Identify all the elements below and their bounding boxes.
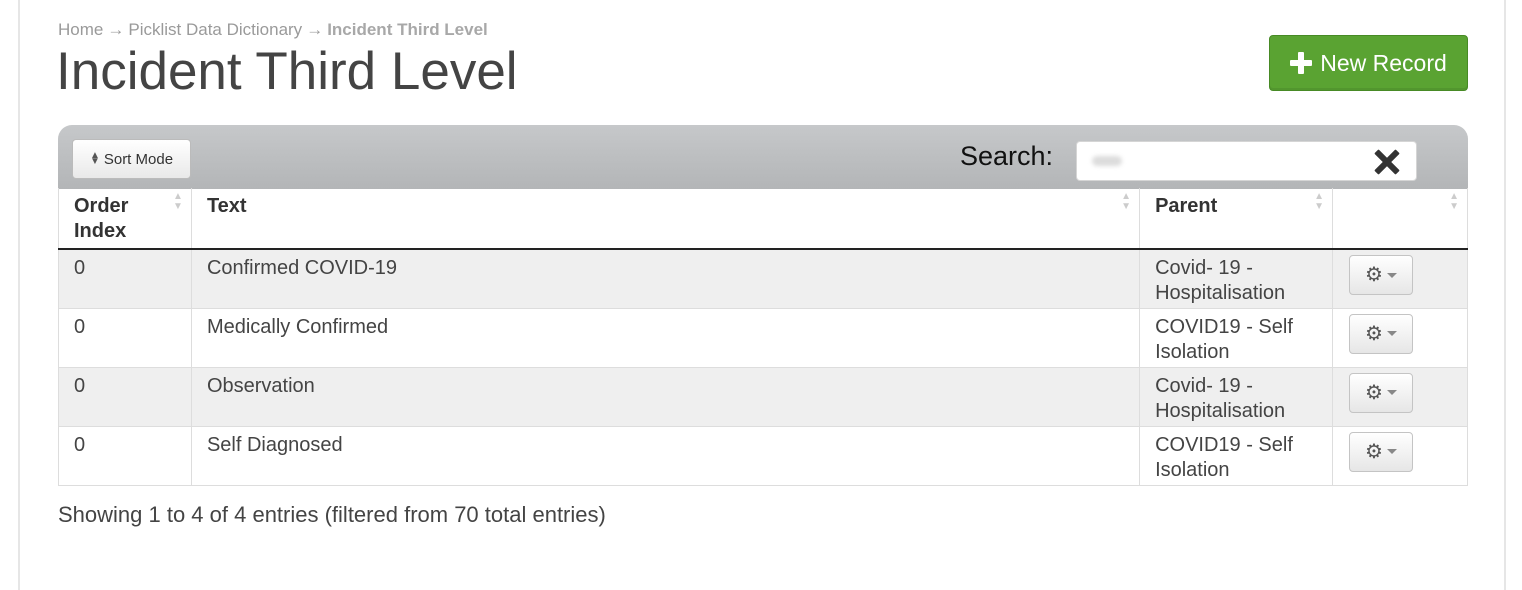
cell-actions: ⚙	[1332, 425, 1468, 486]
row-actions-button[interactable]: ⚙	[1349, 431, 1414, 472]
table-info: Showing 1 to 4 of 4 entries (filtered fr…	[58, 502, 606, 527]
cell-text: Medically Confirmed	[190, 307, 1141, 368]
breadcrumb-parent-link[interactable]: Picklist Data Dictionary	[128, 20, 302, 39]
search-redacted-text	[1092, 156, 1122, 166]
cell-parent: Covid- 19 - Hospitalisation	[1139, 248, 1334, 309]
cell-order-index: 0	[58, 425, 192, 486]
cell-order-index: 0	[58, 248, 192, 309]
data-table: Order Index ▲ ▼ Text ▲ ▼ Parent ▲ ▼ ▲ ▼ 0 Confi…	[58, 188, 1468, 486]
search-label: Search:	[960, 141, 1054, 171]
column-header-order-index[interactable]: Order Index ▲ ▼	[58, 188, 192, 250]
column-header-label: Parent	[1155, 195, 1218, 217]
caret-down-icon	[1386, 390, 1397, 395]
cell-text: Confirmed COVID-19	[190, 248, 1141, 309]
breadcrumb-current: Incident Third Level	[327, 20, 488, 39]
page-title: Incident Third Level	[56, 42, 518, 101]
sort-arrows-icon: ▲ ▼	[1121, 191, 1132, 212]
new-record-button[interactable]: New Record	[1269, 35, 1468, 91]
column-header-text[interactable]: Text ▲ ▼	[190, 188, 1141, 250]
clear-search-icon[interactable]	[1374, 149, 1400, 175]
breadcrumb-separator: →	[107, 20, 125, 39]
cell-order-index: 0	[58, 307, 192, 368]
cell-parent: COVID19 - Self Isolation	[1139, 425, 1334, 486]
gear-icon: ⚙	[1365, 322, 1383, 345]
row-actions-button[interactable]: ⚙	[1349, 255, 1414, 295]
cell-order-index: 0	[58, 366, 192, 427]
sort-mode-button[interactable]: ▲ ▼ Sort Mode	[72, 139, 191, 179]
gear-icon: ⚙	[1365, 381, 1383, 404]
table-row: 0 Observation Covid- 19 - Hospitalisatio…	[58, 366, 1468, 427]
new-record-label: New Record	[1320, 49, 1447, 76]
breadcrumb-home-link[interactable]: Home	[58, 20, 103, 39]
column-header-label: Order Index	[74, 195, 129, 242]
plus-icon	[1290, 52, 1313, 74]
caret-down-icon	[1386, 331, 1397, 336]
table-header-row: Order Index ▲ ▼ Text ▲ ▼ Parent ▲ ▼ ▲ ▼	[58, 188, 1468, 250]
row-actions-button[interactable]: ⚙	[1349, 313, 1414, 354]
sort-arrows-icon: ▲ ▼	[1449, 191, 1459, 212]
caret-down-icon	[1386, 272, 1397, 278]
table-row: 0 Medically Confirmed COVID19 - Self Iso…	[58, 307, 1468, 368]
cell-text: Self Diagnosed	[190, 425, 1141, 486]
search-input[interactable]	[1076, 141, 1417, 181]
table-row: 0 Self Diagnosed COVID19 - Self Isolatio…	[58, 425, 1468, 486]
row-actions-button[interactable]: ⚙	[1349, 372, 1414, 413]
gear-icon: ⚙	[1365, 264, 1383, 286]
cell-actions: ⚙	[1332, 307, 1468, 368]
cell-actions: ⚙	[1332, 248, 1468, 309]
column-header-label: Text	[206, 195, 247, 217]
column-header-actions[interactable]: ▲ ▼	[1332, 188, 1468, 250]
sort-mode-label: Sort Mode	[103, 150, 174, 168]
cell-parent: COVID19 - Self Isolation	[1139, 307, 1334, 368]
cell-parent: Covid- 19 - Hospitalisation	[1139, 366, 1334, 427]
column-header-parent[interactable]: Parent ▲ ▼	[1139, 188, 1334, 250]
sort-icon: ▲ ▼	[89, 150, 100, 167]
caret-down-icon	[1386, 449, 1397, 454]
breadcrumb: Home → Picklist Data Dictionary → Incident T…	[58, 20, 488, 40]
cell-text: Observation	[190, 366, 1141, 427]
sort-arrows-icon: ▲ ▼	[1314, 191, 1325, 212]
table-row: 0 Confirmed COVID-19 Covid- 19 - Hospita…	[58, 248, 1468, 309]
gear-icon: ⚙	[1365, 440, 1383, 463]
breadcrumb-separator: →	[306, 20, 324, 39]
table-toolbar: ▲ ▼ Sort Mode Search:	[58, 125, 1468, 189]
cell-actions: ⚙	[1332, 366, 1468, 427]
sort-arrows-icon: ▲ ▼	[173, 191, 183, 212]
